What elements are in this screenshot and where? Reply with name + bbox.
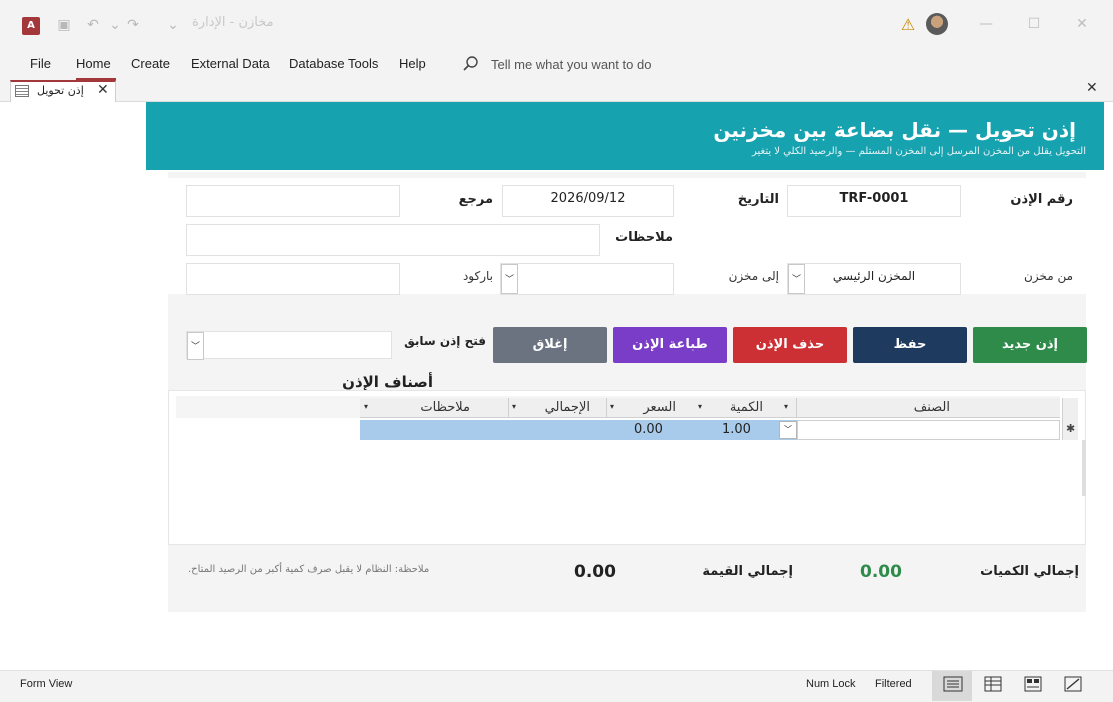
close-button[interactable]: إغلاق bbox=[493, 327, 607, 363]
document-tab[interactable]: إذن تحويل ✕ bbox=[10, 80, 116, 103]
ref-field[interactable] bbox=[186, 185, 400, 217]
form-icon bbox=[15, 85, 29, 97]
view-status: Form View bbox=[20, 678, 73, 690]
menu-external-data[interactable]: External Data bbox=[191, 56, 270, 71]
redo-icon[interactable]: ↷ bbox=[124, 16, 142, 34]
delete-voucher-button[interactable]: حذف الإذن bbox=[733, 327, 847, 363]
col-qty-header[interactable]: الكمية bbox=[730, 400, 763, 415]
cell-qty[interactable]: 1.00 bbox=[722, 422, 751, 437]
document-close-icon[interactable]: ✕ bbox=[1086, 80, 1098, 96]
doc-no-label: رقم الإذن bbox=[1010, 192, 1073, 207]
subform-scrollbar[interactable] bbox=[1082, 440, 1086, 496]
col-separator bbox=[606, 398, 607, 418]
menu-bar: File Home Create External Data Database … bbox=[0, 50, 1113, 80]
design-view-icon[interactable] bbox=[1062, 675, 1084, 693]
num-lock-indicator: Num Lock bbox=[806, 678, 856, 690]
minimize-icon[interactable]: — bbox=[974, 12, 998, 36]
sort-arrow-icon[interactable]: ▾ bbox=[364, 402, 368, 411]
to-store-label: إلى مخزن bbox=[728, 269, 779, 283]
status-bar: Form View Num Lock Filtered bbox=[0, 670, 1113, 702]
search-icon[interactable] bbox=[462, 55, 480, 73]
col-total-header[interactable]: الإجمالي bbox=[545, 400, 590, 415]
sort-arrow-icon[interactable]: ▾ bbox=[698, 402, 702, 411]
sort-arrow-icon[interactable]: ▾ bbox=[784, 402, 788, 411]
stock-note: ملاحظة: النظام لا يقبل صرف كمية أكبر من … bbox=[188, 564, 430, 575]
date-field[interactable]: 2026/09/12 bbox=[502, 185, 674, 217]
save-icon[interactable]: ▣ bbox=[55, 16, 73, 34]
form-view-icon[interactable] bbox=[942, 675, 964, 693]
col-separator bbox=[796, 398, 797, 418]
access-app-icon: A bbox=[22, 17, 40, 35]
print-voucher-button[interactable]: طباعة الإذن bbox=[613, 327, 727, 363]
col-notes-header[interactable]: ملاحظات bbox=[420, 400, 470, 415]
chevron-down-icon[interactable]: ﹀ bbox=[779, 421, 797, 439]
form-subtitle: التحويل يقلل من المخزن المرسل إلى المخزن… bbox=[751, 146, 1086, 157]
notes-field[interactable] bbox=[186, 224, 600, 256]
col-item-header[interactable]: الصنف bbox=[914, 400, 950, 415]
from-store-label: من مخزن bbox=[1024, 269, 1073, 283]
tell-me-search[interactable]: Tell me what you want to do bbox=[491, 57, 651, 72]
menu-file[interactable]: File bbox=[30, 56, 51, 71]
cell-price[interactable]: 0.00 bbox=[634, 422, 663, 437]
save-button[interactable]: حفظ bbox=[853, 327, 967, 363]
to-store-combo[interactable]: ﹀ bbox=[500, 263, 674, 295]
sort-arrow-icon[interactable]: ▾ bbox=[610, 402, 614, 411]
chevron-down-icon[interactable]: ﹀ bbox=[187, 332, 204, 360]
form-header: إذن تحويل — نقل بضاعة بين مخزنين التحويل… bbox=[146, 102, 1104, 170]
undo-icon[interactable]: ↶ bbox=[84, 16, 102, 34]
layout-view-icon[interactable] bbox=[1022, 675, 1044, 693]
datasheet-view-icon[interactable] bbox=[982, 675, 1004, 693]
open-previous-combo[interactable]: ﹀ bbox=[186, 331, 392, 360]
grid-header: الصنف ▾ الكمية ▾ السعر ▾ الإجمالي ▾ ملاح… bbox=[360, 398, 1060, 418]
total-qty-value: 0.00 bbox=[860, 562, 902, 582]
from-store-combo[interactable]: المخزن الرئيسي ﹀ bbox=[787, 263, 961, 295]
ref-label: مرجع bbox=[458, 192, 493, 207]
maximize-icon[interactable]: ☐ bbox=[1022, 12, 1046, 36]
barcode-label: باركود bbox=[462, 269, 493, 283]
doc-no-field[interactable]: TRF-0001 bbox=[787, 185, 961, 217]
notes-label: ملاحظات bbox=[615, 230, 673, 245]
user-avatar[interactable] bbox=[926, 13, 948, 35]
chevron-down-icon[interactable]: ﹀ bbox=[788, 264, 805, 294]
tab-close-icon[interactable]: ✕ bbox=[97, 82, 109, 98]
col-separator bbox=[508, 398, 509, 418]
menu-help[interactable]: Help bbox=[399, 56, 426, 71]
title-bar: A ▣ ↶ ⌄ ↷ ⌄ مخازن - الإدارة ⚠ — ☐ ✕ bbox=[0, 0, 1113, 50]
open-previous-label: فتح إذن سابق bbox=[404, 334, 486, 348]
sort-arrow-icon[interactable]: ▾ bbox=[512, 402, 516, 411]
total-value-value: 0.00 bbox=[574, 562, 616, 582]
chevron-down-icon[interactable]: ﹀ bbox=[501, 264, 518, 294]
menu-home[interactable]: Home bbox=[76, 56, 111, 71]
barcode-field[interactable] bbox=[186, 263, 400, 295]
form-title: إذن تحويل — نقل بضاعة بين مخزنين bbox=[713, 118, 1076, 142]
document-tab-label: إذن تحويل bbox=[37, 84, 84, 97]
col-price-header[interactable]: السعر bbox=[643, 400, 676, 415]
window-title: مخازن - الإدارة bbox=[192, 15, 274, 30]
window-close-icon[interactable]: ✕ bbox=[1070, 12, 1094, 36]
warning-icon[interactable]: ⚠ bbox=[898, 15, 918, 35]
new-voucher-button[interactable]: إذن جديد bbox=[973, 327, 1087, 363]
undo-dropdown-icon[interactable]: ⌄ bbox=[106, 16, 124, 34]
menu-database-tools[interactable]: Database Tools bbox=[289, 56, 378, 71]
total-value-label: إجمالي القيمة bbox=[702, 564, 793, 579]
document-tab-strip: إذن تحويل ✕ bbox=[0, 80, 1113, 103]
new-record-icon: ✱ bbox=[1066, 422, 1076, 435]
cell-item[interactable] bbox=[797, 420, 1060, 440]
form-scroll-gutter bbox=[1093, 102, 1113, 670]
items-subform-caption: أصناف الإذن bbox=[342, 373, 433, 391]
customize-icon[interactable]: ⌄ bbox=[164, 16, 182, 34]
date-label: التاريخ bbox=[737, 192, 779, 207]
filtered-indicator[interactable]: Filtered bbox=[875, 678, 912, 690]
menu-create[interactable]: Create bbox=[131, 56, 170, 71]
total-qty-label: إجمالي الكميات bbox=[980, 564, 1079, 579]
